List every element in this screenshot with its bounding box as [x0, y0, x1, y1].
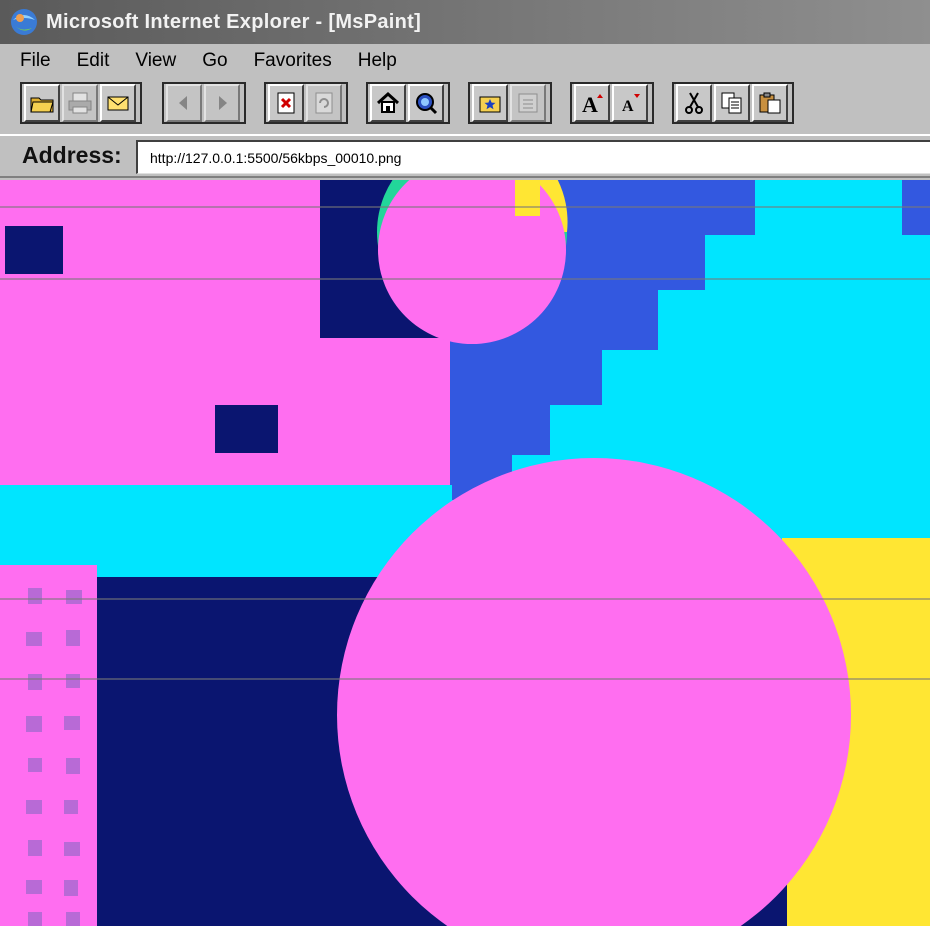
- font-smaller-button[interactable]: A: [612, 84, 648, 122]
- print-icon: [68, 92, 92, 114]
- search-icon: [416, 93, 438, 115]
- font-larger-button[interactable]: A: [574, 84, 610, 122]
- paste-icon: [759, 92, 781, 114]
- page-viewport[interactable]: [0, 180, 930, 926]
- scanline: [0, 678, 930, 680]
- internet-explorer-icon: [11, 9, 37, 35]
- browser-window: Microsoft Internet Explorer - [MsPaint] …: [0, 0, 930, 926]
- mail-button[interactable]: [100, 84, 136, 122]
- svg-text:A: A: [622, 98, 634, 115]
- copy-icon: [721, 92, 742, 114]
- mail-icon: [107, 96, 129, 111]
- title-bar[interactable]: Microsoft Internet Explorer - [MsPaint]: [0, 0, 930, 44]
- refresh-button[interactable]: [306, 84, 342, 122]
- copy-button[interactable]: [714, 84, 750, 122]
- menu-go[interactable]: Go: [202, 50, 227, 72]
- navy-square-mid: [215, 405, 278, 453]
- paste-button[interactable]: [752, 84, 788, 122]
- history-icon: [518, 93, 538, 113]
- favorites-icon: [479, 96, 501, 113]
- open-button[interactable]: [24, 84, 60, 122]
- cyan-band: [0, 485, 452, 575]
- menu-view[interactable]: View: [135, 50, 176, 72]
- search-button[interactable]: [408, 84, 444, 122]
- open-icon: [30, 97, 54, 113]
- forward-icon: [219, 96, 227, 110]
- window-title: Microsoft Internet Explorer - [MsPaint]: [46, 10, 422, 33]
- cut-button[interactable]: [676, 84, 712, 122]
- toolbar: A A: [0, 80, 930, 130]
- scanline: [0, 278, 930, 280]
- address-bar: Address:: [0, 134, 930, 178]
- address-label: Address:: [22, 142, 122, 168]
- menu-edit[interactable]: Edit: [77, 50, 110, 72]
- refresh-icon: [315, 92, 333, 114]
- back-button[interactable]: [166, 84, 202, 122]
- menu-bar: File Edit View Go Favorites Help: [0, 46, 930, 76]
- scanline: [0, 598, 930, 600]
- home-icon: [376, 91, 400, 113]
- history-button[interactable]: [510, 84, 546, 122]
- menu-file[interactable]: File: [20, 50, 51, 72]
- scanline: [0, 206, 930, 208]
- svg-text:A: A: [582, 92, 598, 116]
- menu-help[interactable]: Help: [358, 50, 397, 72]
- left-strip: [0, 565, 97, 926]
- page-image: [0, 180, 930, 926]
- print-button[interactable]: [62, 84, 98, 122]
- stop-icon: [277, 92, 295, 114]
- cut-icon: [685, 92, 703, 114]
- forward-button[interactable]: [204, 84, 240, 122]
- font-larger-icon: A: [582, 92, 603, 116]
- top-circle-yellow-notch: [515, 180, 540, 216]
- navy-square-left: [5, 226, 63, 274]
- address-input[interactable]: [136, 140, 930, 174]
- stop-button[interactable]: [268, 84, 304, 122]
- back-icon: [179, 96, 187, 110]
- home-button[interactable]: [370, 84, 406, 122]
- favorites-button[interactable]: [472, 84, 508, 122]
- font-smaller-icon: A: [622, 94, 640, 115]
- menu-favorites[interactable]: Favorites: [254, 50, 332, 72]
